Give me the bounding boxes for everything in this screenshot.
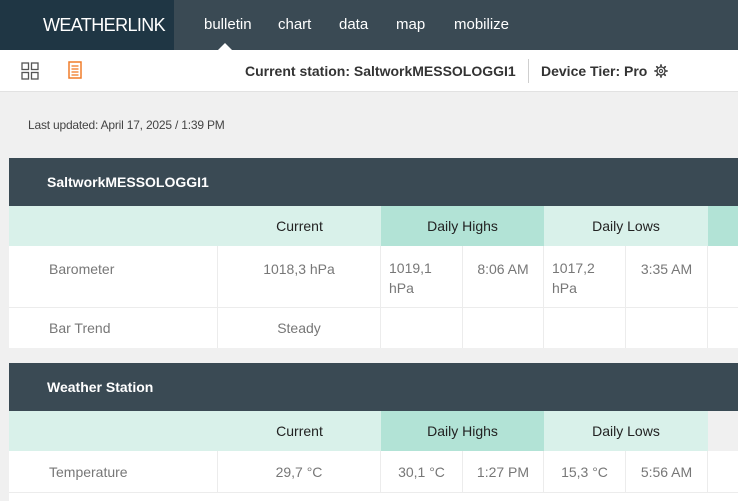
row-label: Bar Trend bbox=[9, 308, 218, 348]
current-value: Steady bbox=[218, 308, 381, 348]
section-header-station: SaltworkMESSOLOGGI1 bbox=[9, 158, 738, 206]
row-label: Temperature bbox=[9, 451, 218, 492]
grid-view-icon[interactable] bbox=[21, 62, 39, 80]
current-station-label: Current station: SaltworkMESSOLOGGI1 bbox=[245, 63, 516, 79]
daily-low-value: 15,3 °C bbox=[544, 451, 626, 492]
daily-high-time: 1:27 PM bbox=[463, 451, 544, 492]
column-header-blank bbox=[9, 411, 218, 451]
table-row-next bbox=[9, 493, 738, 501]
column-header-current: Current bbox=[218, 411, 381, 451]
device-tier-label: Device Tier: Pro bbox=[541, 63, 648, 79]
daily-high-time bbox=[463, 308, 544, 348]
brand-logo[interactable]: WEATHERLINK bbox=[0, 0, 174, 50]
row-label: Barometer bbox=[9, 246, 218, 307]
nav-chart[interactable]: chart bbox=[278, 0, 311, 50]
column-header-extra bbox=[708, 206, 738, 246]
bulletin-icon[interactable] bbox=[68, 61, 82, 79]
toolbar: Current station: SaltworkMESSOLOGGI1 Dev… bbox=[0, 50, 738, 92]
column-header-daily-highs: Daily Highs bbox=[381, 206, 544, 246]
daily-low-time bbox=[626, 308, 708, 348]
daily-high-value: 1019,1 hPa bbox=[381, 246, 463, 307]
nav-data[interactable]: data bbox=[339, 0, 368, 50]
column-header-daily-highs: Daily Highs bbox=[381, 411, 544, 451]
nav-mobilize[interactable]: mobilize bbox=[454, 0, 509, 50]
toolbar-divider bbox=[528, 59, 529, 83]
column-header-daily-lows: Daily Lows bbox=[544, 411, 708, 451]
current-value: 29,7 °C bbox=[218, 451, 381, 492]
daily-high-value: 30,1 °C bbox=[381, 451, 463, 492]
table-row-barometer: Barometer 1018,3 hPa 1019,1 hPa 8:06 AM … bbox=[9, 246, 738, 308]
column-header-blank bbox=[9, 206, 218, 246]
daily-low-value: 1017,2 hPa bbox=[544, 246, 626, 307]
last-updated-text: Last updated: April 17, 2025 / 1:39 PM bbox=[28, 118, 225, 132]
gear-icon[interactable] bbox=[654, 64, 668, 78]
daily-high-value bbox=[381, 308, 463, 348]
column-header-current: Current bbox=[218, 206, 381, 246]
daily-high-time: 8:06 AM bbox=[463, 246, 544, 307]
active-nav-caret bbox=[218, 43, 232, 50]
current-value: 1018,3 hPa bbox=[218, 246, 381, 307]
daily-low-value bbox=[544, 308, 626, 348]
table-row-bar-trend: Bar Trend Steady bbox=[9, 308, 738, 348]
daily-low-time: 5:56 AM bbox=[626, 451, 708, 492]
nav-map[interactable]: map bbox=[396, 0, 425, 50]
table-row-temperature: Temperature 29,7 °C 30,1 °C 1:27 PM 15,3… bbox=[9, 451, 738, 493]
column-header-daily-lows: Daily Lows bbox=[544, 206, 708, 246]
top-nav: WEATHERLINK bulletin chart data map mobi… bbox=[0, 0, 738, 50]
daily-low-time: 3:35 AM bbox=[626, 246, 708, 307]
section-header-weather-station: Weather Station bbox=[9, 363, 738, 411]
